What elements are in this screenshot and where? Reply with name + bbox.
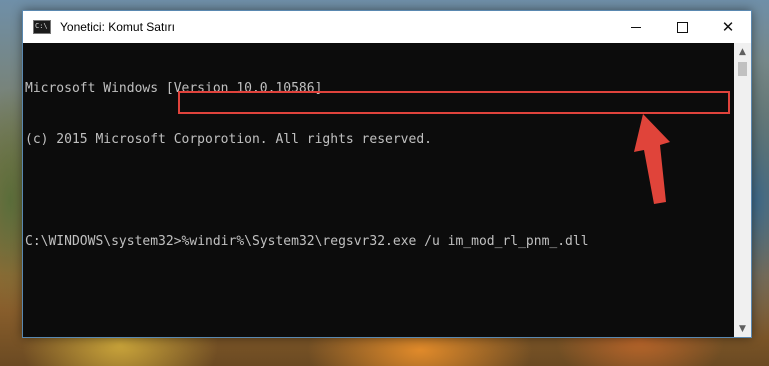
scroll-up-icon[interactable]: ▲ <box>734 43 751 60</box>
close-button[interactable]: ✕ <box>705 11 751 43</box>
minimize-button[interactable] <box>613 11 659 43</box>
minimize-icon <box>631 26 641 28</box>
scrollbar-thumb[interactable] <box>738 62 747 76</box>
scroll-down-icon[interactable]: ▼ <box>734 320 751 337</box>
prompt-line: C:\WINDOWS\system32> %windir%\System32\re… <box>25 233 733 250</box>
title-bar[interactable]: C:\ Yonetici: Komut Satırı ✕ <box>23 11 751 43</box>
caption-buttons: ✕ <box>613 11 751 43</box>
console-output[interactable]: Microsoft Windows [Version 10.0.10586] (… <box>23 43 733 337</box>
close-icon: ✕ <box>721 17 735 36</box>
prompt-path: C:\WINDOWS\system32> <box>25 234 182 249</box>
command-text[interactable]: %windir%\System32\regsvr32.exe /u im_mod… <box>182 233 589 250</box>
vertical-scrollbar[interactable]: ▲ ▼ <box>734 43 751 337</box>
cmd-icon: C:\ <box>33 20 51 34</box>
maximize-icon <box>676 21 688 33</box>
window-title: Yonetici: Komut Satırı <box>60 20 175 34</box>
console-line: (c) 2015 Microsoft Corporotion. All righ… <box>25 132 432 147</box>
pointer-arrow-icon <box>634 114 670 204</box>
maximize-button[interactable] <box>659 11 705 43</box>
command-highlight-box <box>178 91 730 114</box>
